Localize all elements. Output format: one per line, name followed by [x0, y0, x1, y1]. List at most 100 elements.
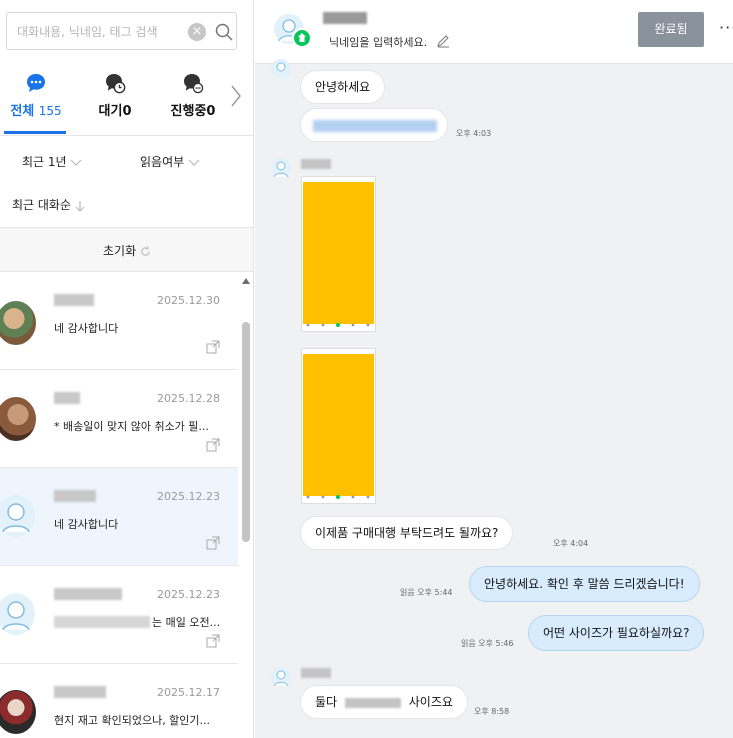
sort-filter[interactable]: 최근 대화순 [12, 196, 85, 213]
conversation-preview: 는 매일 오전... [152, 616, 221, 629]
image-message[interactable] [301, 348, 376, 504]
tab-in-progress-count: 0 [206, 104, 216, 119]
contact-name-blurred [54, 490, 96, 502]
chat-bubble-icon [27, 74, 45, 92]
message-time: 오후 4:03 [456, 129, 492, 138]
default-avatar-icon [0, 593, 35, 635]
default-avatar-icon [271, 667, 291, 687]
refresh-icon [141, 246, 150, 256]
sender-name-blurred [301, 668, 331, 678]
conversation-date: 2025.12.17 [157, 686, 220, 699]
scroll-up-arrow-icon[interactable] [242, 278, 250, 284]
pencil-icon[interactable] [436, 34, 450, 48]
chevron-down-icon [70, 159, 82, 166]
preview-blurred [54, 616, 150, 628]
image-placeholder [303, 354, 374, 496]
period-filter[interactable]: 최근 1년 [22, 153, 82, 170]
period-filter-label: 최근 1년 [22, 155, 67, 169]
default-avatar-icon [271, 158, 291, 178]
default-avatar-icon [0, 495, 35, 537]
conversation-row[interactable]: 2025.12.23 네 감사합니다 [0, 468, 238, 566]
chat-panel: 닉네임을 입력하세요. 완료됨 ··· 안녕하세요 오후 4:03 이제품 구매… [255, 0, 733, 738]
conversation-date: 2025.12.28 [157, 392, 220, 405]
tab-waiting[interactable]: 대기0 [82, 66, 148, 136]
tab-in-progress[interactable]: 진행중0 [160, 66, 226, 136]
default-avatar-icon [271, 59, 291, 79]
conversation-date: 2025.12.23 [157, 588, 220, 601]
search-box: × [6, 12, 237, 50]
message-time: 오후 5:46 [478, 639, 514, 648]
conversation-row[interactable]: 2025.12.28 * 배송일이 맞지 않아 취소가 필... [0, 370, 238, 468]
conversation-date: 2025.12.30 [157, 294, 220, 307]
contact-name-blurred [54, 588, 122, 600]
reset-row: 초기화 [0, 228, 253, 272]
avatar [0, 690, 36, 734]
image-message[interactable] [301, 176, 376, 332]
incoming-message: 둘다 사이즈요 [300, 685, 468, 719]
message-text-start: 둘다 [315, 695, 338, 709]
read-label: 읽음 [461, 639, 476, 648]
list-scrollbar[interactable] [238, 272, 253, 738]
tab-all[interactable]: 전체 155 [2, 66, 70, 136]
clear-search-icon[interactable]: × [188, 23, 206, 41]
reset-label: 초기화 [103, 244, 137, 258]
active-tab-indicator [4, 131, 66, 134]
outgoing-message: 어떤 사이즈가 필요하실까요? [528, 615, 705, 651]
message-read-status: 읽음 오후 5:44 [400, 587, 453, 598]
chat-dots-icon [184, 74, 204, 94]
chevron-right-icon[interactable] [228, 82, 244, 110]
tab-in-progress-label: 진행중 [170, 104, 207, 119]
tab-waiting-count: 0 [122, 104, 132, 119]
read-filter[interactable]: 읽음여부 [140, 153, 200, 170]
tab-waiting-label: 대기 [98, 104, 123, 119]
phone-nav-bar [306, 495, 370, 499]
conversation-list: 2025.12.30 네 감사합니다 2025.12.28 * 배송일이 맞지 … [0, 272, 238, 738]
nickname-field[interactable]: 닉네임을 입력하세요. [329, 34, 427, 50]
contact-name-blurred [54, 392, 80, 404]
sort-filter-label: 최근 대화순 [12, 198, 72, 212]
message-time: 오후 5:44 [417, 588, 453, 597]
more-options-button[interactable]: ··· [719, 18, 733, 37]
chat-header: 닉네임을 입력하세요. 완료됨 ··· [255, 0, 733, 64]
tab-all-label: 전체 [10, 104, 35, 119]
chevron-down-icon [188, 159, 200, 166]
online-badge-icon [292, 28, 312, 48]
blurred-text [344, 697, 401, 708]
conversation-date: 2025.12.23 [157, 490, 220, 503]
conversation-list-panel: × 전체 155 대기0 [0, 0, 254, 738]
contact-name-blurred [54, 686, 106, 698]
chat-clock-icon [106, 74, 126, 94]
message-text-end: 사이즈요 [408, 695, 453, 709]
conversation-row[interactable]: 2025.12.23 는 매일 오전... [0, 566, 238, 664]
image-placeholder [303, 182, 374, 324]
message-time: 오후 4:04 [553, 539, 589, 548]
blurred-link [313, 120, 437, 132]
incoming-message [300, 108, 448, 142]
phone-nav-bar [306, 323, 370, 327]
sender-name-blurred [301, 159, 331, 169]
conversation-preview: 현지 재고 확인되었으나, 할인기... [54, 714, 211, 727]
message-time: 오후 8:58 [474, 707, 510, 716]
open-window-icon[interactable] [206, 438, 220, 452]
tab-all-count: 155 [38, 104, 62, 118]
incoming-message: 이제품 구매대행 부탁드려도 될까요? [300, 516, 514, 550]
contact-name-blurred [54, 294, 94, 306]
conversation-preview: 네 감사합니다 [54, 518, 119, 531]
reset-button[interactable]: 초기화 [0, 242, 253, 259]
search-icon[interactable] [215, 23, 233, 41]
contact-name-blurred [323, 12, 367, 24]
conversation-preview: * 배송일이 맞지 않아 취소가 필... [54, 420, 209, 433]
open-window-icon[interactable] [206, 536, 220, 550]
open-window-icon[interactable] [206, 340, 220, 354]
read-filter-label: 읽음여부 [140, 155, 185, 169]
search-input[interactable] [15, 21, 180, 43]
done-button[interactable]: 완료됨 [638, 12, 704, 47]
conversation-row[interactable]: 2025.12.17 현지 재고 확인되었으나, 할인기... [0, 664, 238, 738]
message-read-status: 읽음 오후 5:46 [461, 638, 514, 649]
filter-bar: 최근 1년 읽음여부 최근 대화순 [0, 137, 253, 228]
conversation-preview: 네 감사합니다 [54, 322, 119, 335]
open-window-icon[interactable] [206, 634, 220, 648]
scroll-thumb[interactable] [242, 322, 250, 542]
avatar [0, 301, 36, 345]
conversation-row[interactable]: 2025.12.30 네 감사합니다 [0, 272, 238, 370]
